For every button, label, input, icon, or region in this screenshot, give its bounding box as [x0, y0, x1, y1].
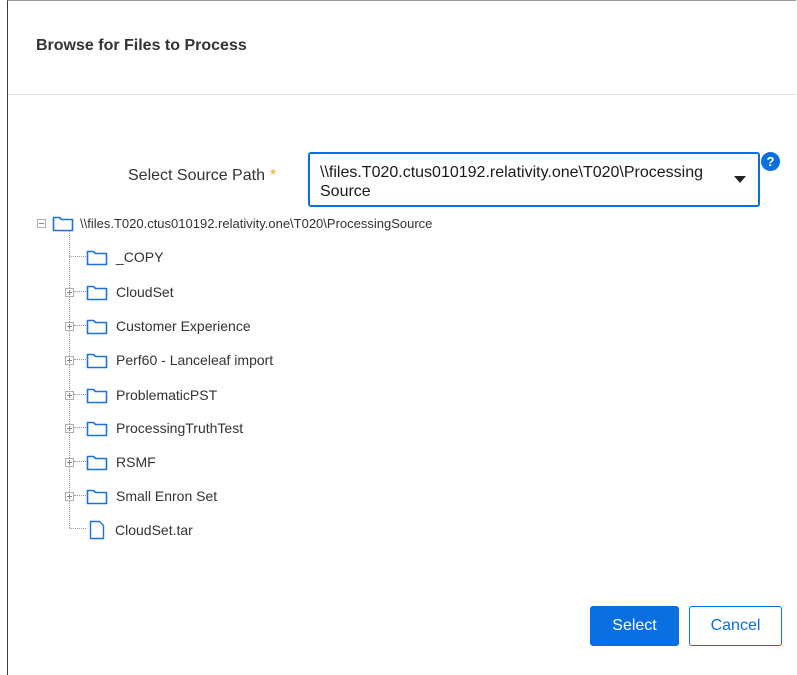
tree-item-label: ProcessingTruthTest — [116, 420, 244, 436]
folder-icon — [86, 285, 108, 300]
source-path-label-text: Select Source Path — [128, 167, 265, 184]
folder-icon — [86, 388, 108, 403]
tree-connector-line — [74, 427, 86, 428]
tree-expand-rsmf[interactable] — [65, 450, 74, 474]
tree-connector-line — [69, 256, 86, 257]
tree-expand-processingtruthtest[interactable] — [65, 416, 74, 440]
tree-item-label: CloudSet — [116, 284, 174, 300]
tree-connector-line — [74, 461, 86, 462]
tree-connector-line — [74, 495, 86, 496]
source-path-label: Select Source Path * — [128, 167, 276, 185]
tree-root[interactable]: \\files.T020.ctus010192.relativity.one\T… — [37, 211, 432, 235]
plus-box-icon[interactable] — [65, 423, 74, 433]
file-icon — [89, 520, 105, 540]
plus-box-icon[interactable] — [65, 457, 74, 467]
plus-box-icon[interactable] — [65, 355, 74, 365]
tree-item-label: Perf60 - Lanceleaf import — [116, 352, 274, 368]
folder-icon — [86, 421, 108, 436]
tree-item-small-enron-set[interactable]: Small Enron Set — [86, 484, 217, 508]
tree-item-label: Small Enron Set — [116, 488, 218, 504]
tree-connector-line — [74, 394, 86, 395]
tree-expand-cloudset[interactable] — [65, 280, 74, 304]
folder-icon — [86, 489, 108, 504]
cancel-button[interactable]: Cancel — [689, 606, 782, 646]
required-marker: * — [269, 167, 277, 184]
tree-connector-line — [74, 359, 86, 360]
tree-item-processingtruthtest[interactable]: ProcessingTruthTest — [86, 416, 243, 440]
tree-item-label: _COPY — [116, 249, 164, 265]
dialog-title: Browse for Files to Process — [36, 37, 247, 54]
tree-expand-small-enron-set[interactable] — [65, 484, 74, 508]
tree-expand-perf60[interactable] — [65, 348, 74, 372]
plus-box-icon[interactable] — [65, 321, 74, 331]
tree-item-cloudset-tar[interactable]: CloudSet.tar — [89, 518, 193, 542]
tree-item-problematicpst[interactable]: ProblematicPST — [86, 383, 217, 407]
tree-item-perf60[interactable]: Perf60 - Lanceleaf import — [86, 348, 273, 372]
caret-down-icon[interactable] — [734, 176, 746, 183]
source-path-value: \\files.T020.ctus010192.relativity.one\T… — [320, 164, 704, 200]
tree-item-cloudset[interactable]: CloudSet — [86, 280, 174, 304]
tree-item-label: RSMF — [116, 454, 156, 470]
tree-item-customer-experience[interactable]: Customer Experience — [86, 314, 251, 338]
dialog-header: Browse for Files to Process — [8, 1, 796, 95]
tree-root-label: \\files.T020.ctus010192.relativity.one\T… — [80, 215, 433, 231]
browse-dialog: Browse for Files to Process Select Sourc… — [7, 0, 796, 675]
source-path-select[interactable]: \\files.T020.ctus010192.relativity.one\T… — [308, 152, 760, 207]
tree-item-label: Customer Experience — [116, 318, 251, 334]
folder-icon — [86, 319, 108, 334]
folder-icon — [52, 216, 74, 231]
tree-item-label: CloudSet.tar — [115, 522, 193, 538]
tree-connector-line — [74, 291, 86, 292]
tree-connector-line — [74, 325, 86, 326]
plus-box-icon[interactable] — [65, 491, 74, 501]
folder-icon — [86, 455, 108, 470]
help-icon[interactable]: ? — [761, 152, 780, 171]
minus-box-icon[interactable] — [37, 218, 46, 228]
tree-expand-customer-experience[interactable] — [65, 314, 74, 338]
plus-box-icon[interactable] — [65, 287, 74, 297]
tree-item-rsmf[interactable]: RSMF — [86, 450, 156, 474]
plus-box-icon[interactable] — [65, 390, 74, 400]
folder-icon — [86, 250, 108, 265]
tree-connector-line — [69, 528, 86, 529]
tree-expand-problematicpst[interactable] — [65, 383, 74, 407]
tree-item-copy[interactable]: _COPY — [86, 245, 163, 269]
tree-item-label: ProblematicPST — [116, 387, 218, 403]
select-button[interactable]: Select — [590, 606, 679, 646]
folder-icon — [86, 353, 108, 368]
